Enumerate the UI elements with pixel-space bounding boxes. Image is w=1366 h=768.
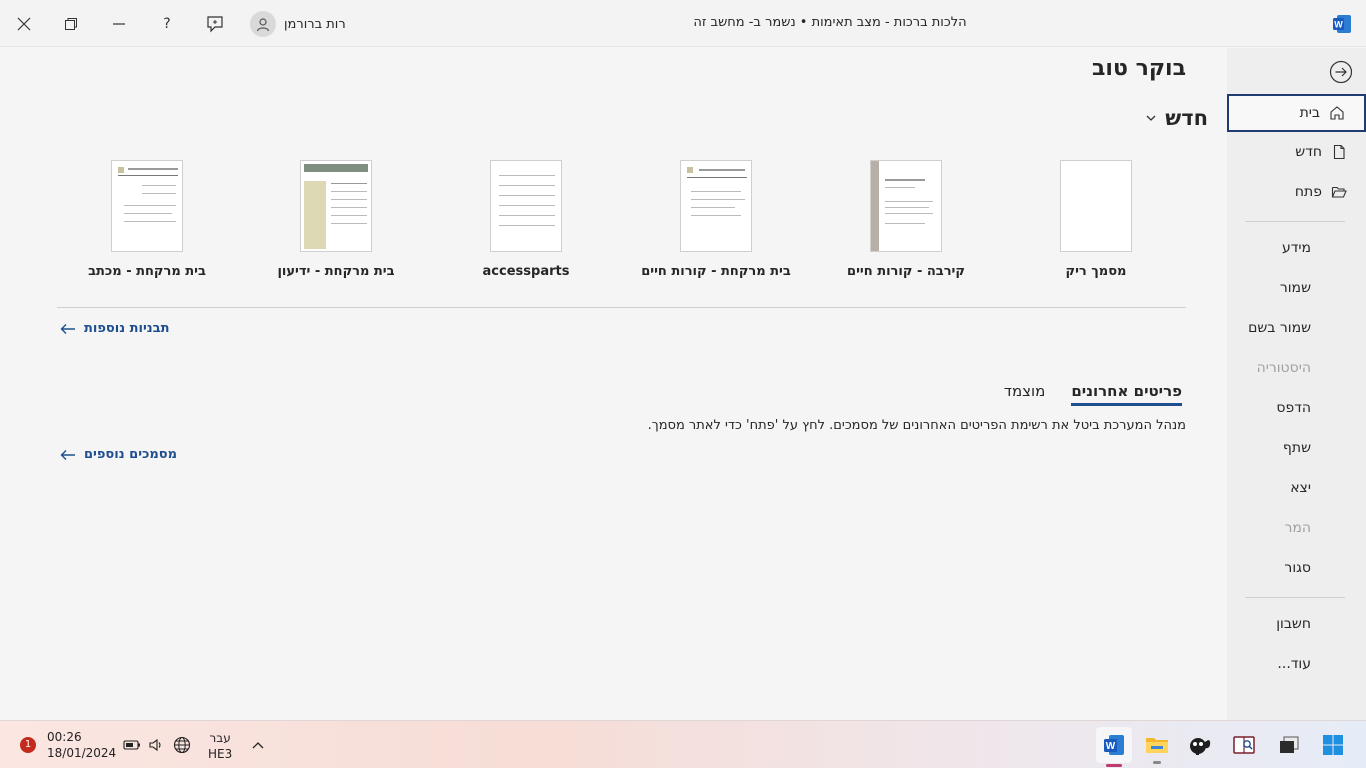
backstage-sidebar: בית חדש פתח מידע שמור שמור בשם היסטוריה … <box>1227 48 1366 720</box>
back-arrow-icon[interactable] <box>1327 60 1353 86</box>
user-account[interactable]: רות ברורמן <box>250 10 346 38</box>
sidebar-item-home[interactable]: בית <box>1227 94 1366 132</box>
template-label: מסמך ריק <box>1065 264 1127 279</box>
restore-icon[interactable] <box>55 8 87 40</box>
chevron-down-icon <box>1146 115 1156 121</box>
template-pharmacy-resume[interactable]: בית מרקחת - קורות חיים <box>626 160 806 279</box>
arrow-left-icon <box>60 323 75 334</box>
clock-time: 00:26 <box>47 730 82 744</box>
divider <box>57 307 1186 308</box>
minimize-icon[interactable] <box>103 8 135 40</box>
template-thumbnail <box>680 160 752 252</box>
tab-pinned[interactable]: מוצמד <box>1004 382 1046 406</box>
app-dark-creature-icon[interactable] <box>1184 729 1216 761</box>
word-logo-icon: W <box>1332 14 1352 34</box>
template-label: בית מרקחת - מכתב <box>88 264 206 279</box>
sidebar-item-label: בית <box>1299 105 1320 121</box>
sidebar-item-more[interactable]: עוד... <box>1227 646 1366 682</box>
sidebar-item-export[interactable]: יצא <box>1227 470 1366 506</box>
backstage-main: בוקר טוב חדש מסמך ריק קירבה - קורות חיים <box>0 48 1226 720</box>
sidebar-item-save[interactable]: שמור <box>1227 270 1366 306</box>
taskbar-word-icon[interactable]: W <box>1096 727 1132 767</box>
network-globe-icon[interactable] <box>166 729 198 761</box>
sidebar-item-label: פתח <box>1294 184 1322 200</box>
clock[interactable]: 00:26 18/01/2024 <box>47 729 116 761</box>
template-pharmacy-newsletter[interactable]: בית מרקחת - ידיעון <box>246 160 426 279</box>
sidebar-divider <box>1245 221 1345 222</box>
sidebar-item-save-as[interactable]: שמור בשם <box>1227 310 1366 346</box>
file-explorer-icon[interactable] <box>1141 729 1173 764</box>
template-pharmacy-letter[interactable]: בית מרקחת - מכתב <box>57 160 237 279</box>
notification-badge[interactable]: 1 <box>20 737 36 753</box>
svg-text:W: W <box>1334 20 1343 30</box>
language-label: עבר <box>209 731 231 745</box>
chevron-up-icon[interactable] <box>242 729 274 761</box>
sidebar-item-new[interactable]: חדש <box>1227 134 1366 170</box>
more-documents-link[interactable]: מסמכים נוספים <box>60 447 177 462</box>
more-templates-label: תבניות נוספות <box>84 321 170 336</box>
recent-info-text: מנהל המערכת ביטל את רשימת הפריטים האחרונ… <box>647 418 1186 433</box>
template-thumbnail <box>111 160 183 252</box>
sidebar-item-history: היסטוריה <box>1256 360 1311 376</box>
template-thumbnail <box>870 160 942 252</box>
sidebar-item-convert: המר <box>1284 520 1311 536</box>
dictionary-book-icon[interactable] <box>1228 729 1260 761</box>
template-thumbnail <box>300 160 372 252</box>
sidebar-item-label: חדש <box>1295 144 1322 160</box>
more-documents-label: מסמכים נוספים <box>84 447 178 462</box>
template-label: קירבה - קורות חיים <box>847 264 965 279</box>
language-indicator[interactable]: עבר HE3 <box>208 730 232 762</box>
task-view-icon[interactable] <box>1273 729 1305 761</box>
greeting: בוקר טוב <box>1092 56 1186 81</box>
sidebar-item-share[interactable]: שתף <box>1227 430 1366 466</box>
template-label: בית מרקחת - קורות חיים <box>641 264 791 279</box>
feedback-icon[interactable] <box>199 8 231 40</box>
more-templates-link[interactable]: תבניות נוספות <box>60 321 169 336</box>
taskbar: 1 00:26 18/01/2024 עבר HE3 W <box>0 720 1366 768</box>
template-accessparts[interactable]: accessparts <box>436 160 616 279</box>
new-file-icon <box>1330 143 1348 161</box>
template-blank[interactable]: מסמך ריק <box>1006 160 1186 279</box>
close-icon[interactable] <box>8 8 40 40</box>
clock-date: 18/01/2024 <box>47 746 117 760</box>
sidebar-item-close[interactable]: סגור <box>1227 550 1366 586</box>
title-bar: ? רות ברורמן הלכות ברכות - מצב תאימות • … <box>0 0 1366 47</box>
template-thumbnail <box>1060 160 1132 252</box>
sidebar-item-info[interactable]: מידע <box>1227 230 1366 266</box>
user-name: רות ברורמן <box>284 16 346 32</box>
sidebar-divider <box>1245 597 1345 598</box>
template-thumbnail <box>490 160 562 252</box>
help-button[interactable]: ? <box>151 8 183 40</box>
template-resume-kirva[interactable]: קירבה - קורות חיים <box>816 160 996 279</box>
windows-start-icon[interactable] <box>1317 729 1349 761</box>
keyboard-layout-label: HE3 <box>208 747 233 761</box>
arrow-left-icon <box>60 449 75 460</box>
home-icon <box>1328 104 1346 122</box>
new-section-title: חדש <box>1165 106 1208 130</box>
folder-open-icon <box>1330 183 1348 201</box>
template-label: accessparts <box>482 264 570 279</box>
sidebar-item-print[interactable]: הדפס <box>1227 390 1366 426</box>
sidebar-item-open[interactable]: פתח <box>1227 174 1366 210</box>
svg-text:W: W <box>1106 741 1116 752</box>
tab-recent[interactable]: פריטים אחרונים <box>1071 382 1182 406</box>
new-section-header[interactable]: חדש <box>1145 106 1208 130</box>
document-title: הלכות ברכות - מצב תאימות • נשמר ב- מחשב … <box>693 15 967 30</box>
documents-tabs: פריטים אחרונים מוצמד <box>1004 382 1182 406</box>
template-label: בית מרקחת - ידיעון <box>277 264 395 279</box>
sidebar-item-account[interactable]: חשבון <box>1227 606 1366 642</box>
avatar <box>250 11 276 37</box>
